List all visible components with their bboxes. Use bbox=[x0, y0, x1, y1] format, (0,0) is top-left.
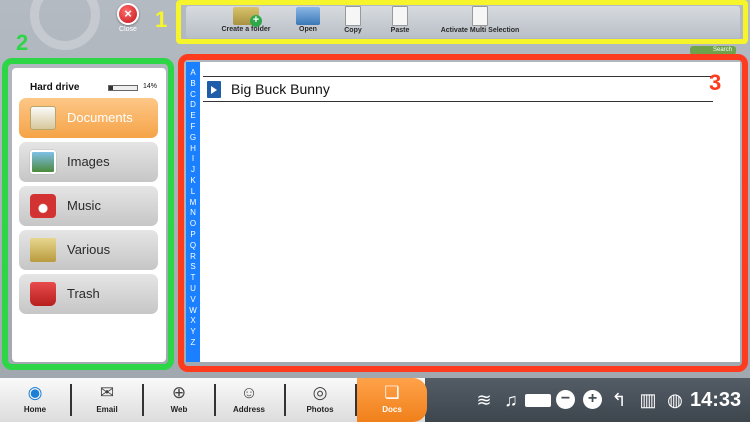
app-email[interactable]: ✉ Email bbox=[72, 378, 142, 422]
back-icon[interactable]: ↰ bbox=[607, 378, 631, 422]
app-photos[interactable]: ◎ Photos bbox=[285, 378, 355, 422]
email-icon: ✉ bbox=[99, 383, 115, 402]
wifi-icon[interactable]: ≋ bbox=[472, 378, 496, 422]
help-lifebuoy-icon[interactable]: ◍ bbox=[663, 378, 687, 422]
app-label: Home bbox=[23, 405, 47, 414]
zoom-in-icon[interactable]: + bbox=[583, 390, 602, 409]
annotation-box-file-list bbox=[178, 54, 748, 372]
app-web[interactable]: ⊕ Web bbox=[144, 378, 214, 422]
app-label: Email bbox=[96, 405, 118, 414]
app-label: Docs bbox=[382, 405, 402, 414]
logo-ring-decoration bbox=[30, 0, 100, 50]
close-label: Close bbox=[119, 26, 137, 33]
battery-icon bbox=[525, 394, 551, 407]
app-dock: ◉ Home ✉ Email ⊕ Web ☺ Address ◎ Photos … bbox=[0, 378, 427, 422]
docs-icon: ❏ bbox=[384, 383, 400, 402]
annotation-box-sidebar bbox=[2, 58, 174, 370]
annotation-number-2: 2 bbox=[16, 30, 29, 55]
close-icon: × bbox=[117, 3, 139, 25]
address-book-icon: ☺ bbox=[240, 383, 258, 402]
zoom-out-icon[interactable]: − bbox=[556, 390, 575, 409]
close-button[interactable]: × Close bbox=[113, 3, 143, 33]
app-label: Address bbox=[232, 405, 265, 414]
app-label: Photos bbox=[306, 405, 334, 414]
annotation-number-1: 1 bbox=[155, 7, 168, 32]
app-address[interactable]: ☺ Address bbox=[214, 378, 284, 422]
trash-tray-icon[interactable]: ▥ bbox=[636, 378, 660, 422]
app-docs[interactable]: ❏ Docs bbox=[357, 378, 427, 422]
camera-icon: ◎ bbox=[312, 383, 328, 402]
annotation-box-toolbar bbox=[176, 0, 748, 44]
annotation-number-3: 3 bbox=[709, 70, 722, 95]
volume-icon[interactable]: ♫ bbox=[499, 378, 523, 422]
clock: 14:33 bbox=[690, 389, 742, 411]
app-home[interactable]: ◉ Home bbox=[0, 378, 70, 422]
taskbar: ◉ Home ✉ Email ⊕ Web ☺ Address ◎ Photos … bbox=[0, 378, 750, 422]
app-label: Web bbox=[170, 405, 188, 414]
web-globe-icon: ⊕ bbox=[171, 383, 187, 402]
home-icon: ◉ bbox=[27, 383, 43, 402]
